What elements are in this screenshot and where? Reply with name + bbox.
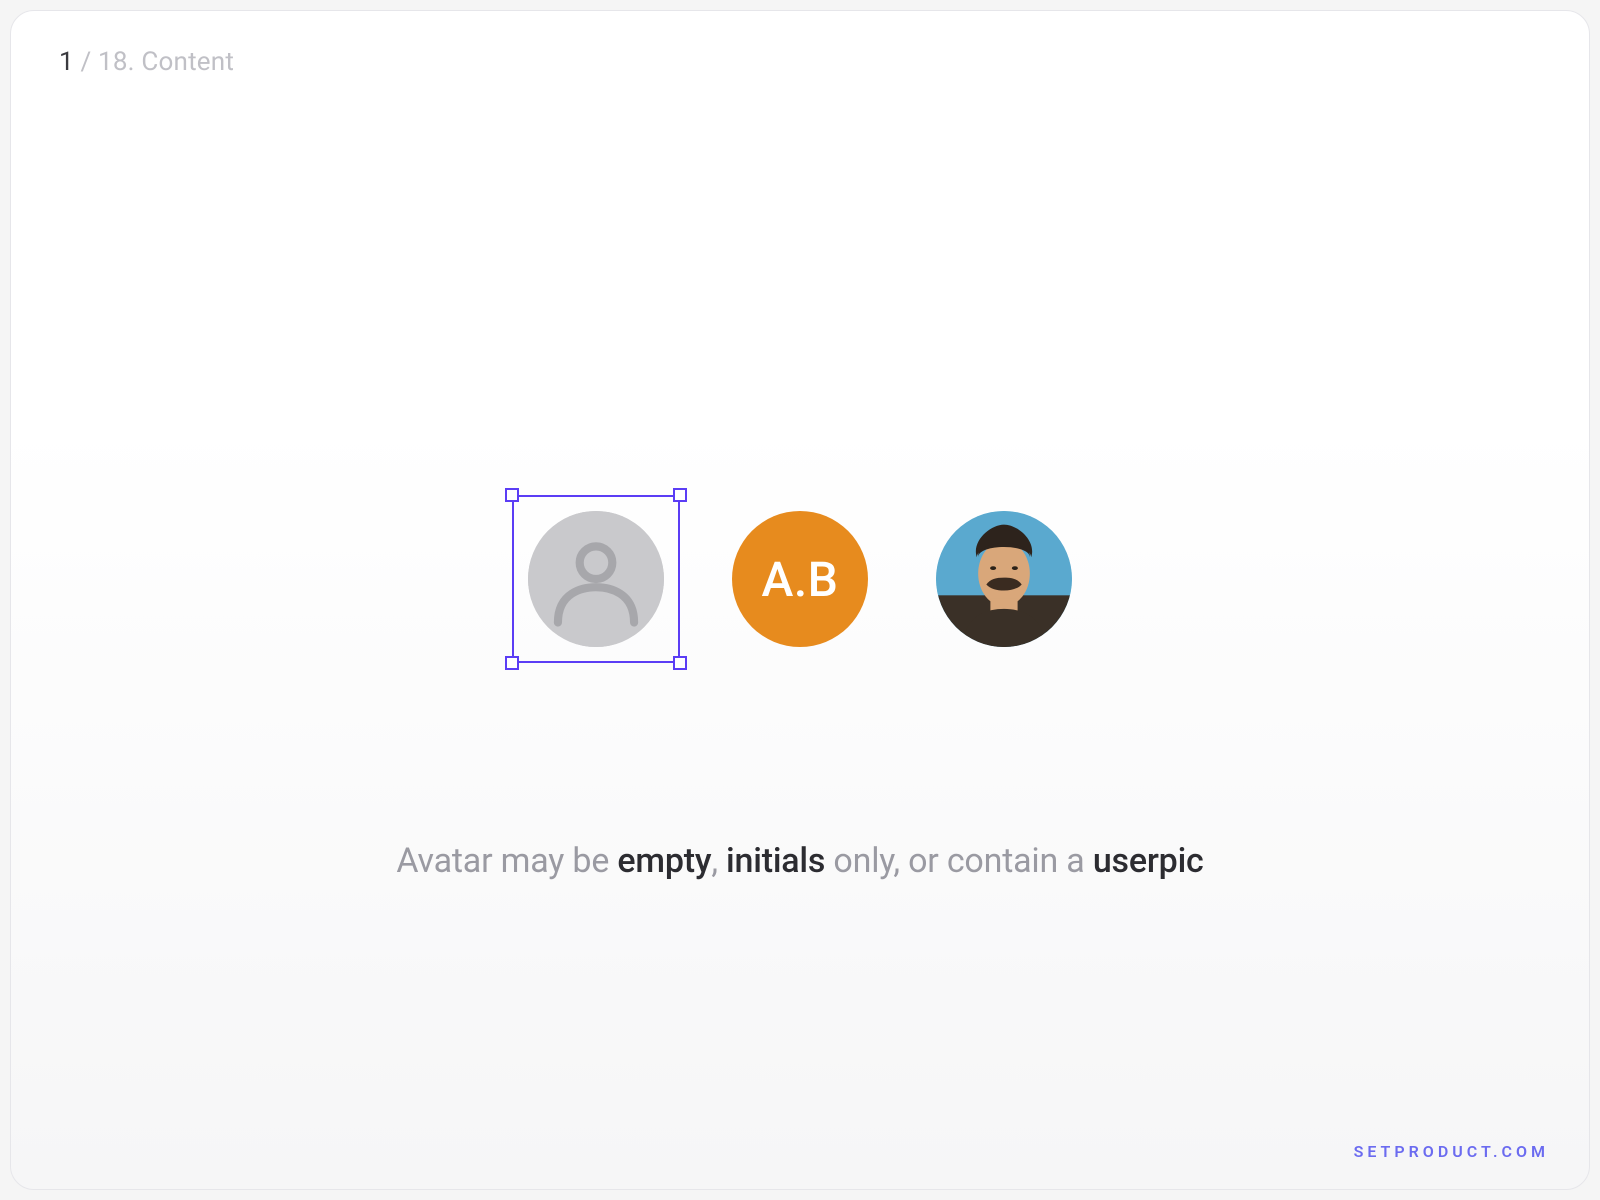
avatar-initials-text: A.B [762,551,839,608]
selection-handle-bl[interactable] [505,656,519,670]
slide-frame: 1 / 18. Content A.B [10,10,1590,1190]
avatar-row: A.B [528,511,1072,647]
avatar-initials: A.B [732,511,868,647]
selection-handle-tr[interactable] [673,488,687,502]
avatar-userpic [936,511,1072,647]
caption-strong-userpic: userpic [1093,841,1204,881]
caption-text-2: , [711,841,726,881]
breadcrumb: 1 / 18. Content [59,47,234,77]
userpic-illustration [936,511,1072,647]
person-icon [528,511,664,647]
selection-handle-tl[interactable] [505,488,519,502]
selection-handle-br[interactable] [673,656,687,670]
caption: Avatar may be empty, initials only, or c… [11,841,1589,881]
breadcrumb-total: 18. Content [98,47,234,77]
breadcrumb-separator: / [74,47,98,77]
caption-strong-initials: initials [726,841,825,881]
avatar-empty-selected[interactable] [528,511,664,647]
avatar-empty [528,511,664,647]
breadcrumb-current: 1 [59,47,74,77]
watermark: SETPRODUCT.COM [1354,1142,1549,1161]
caption-text-1: Avatar may be [396,841,617,881]
caption-strong-empty: empty [617,841,711,881]
caption-text-3: only, or contain a [825,841,1093,881]
